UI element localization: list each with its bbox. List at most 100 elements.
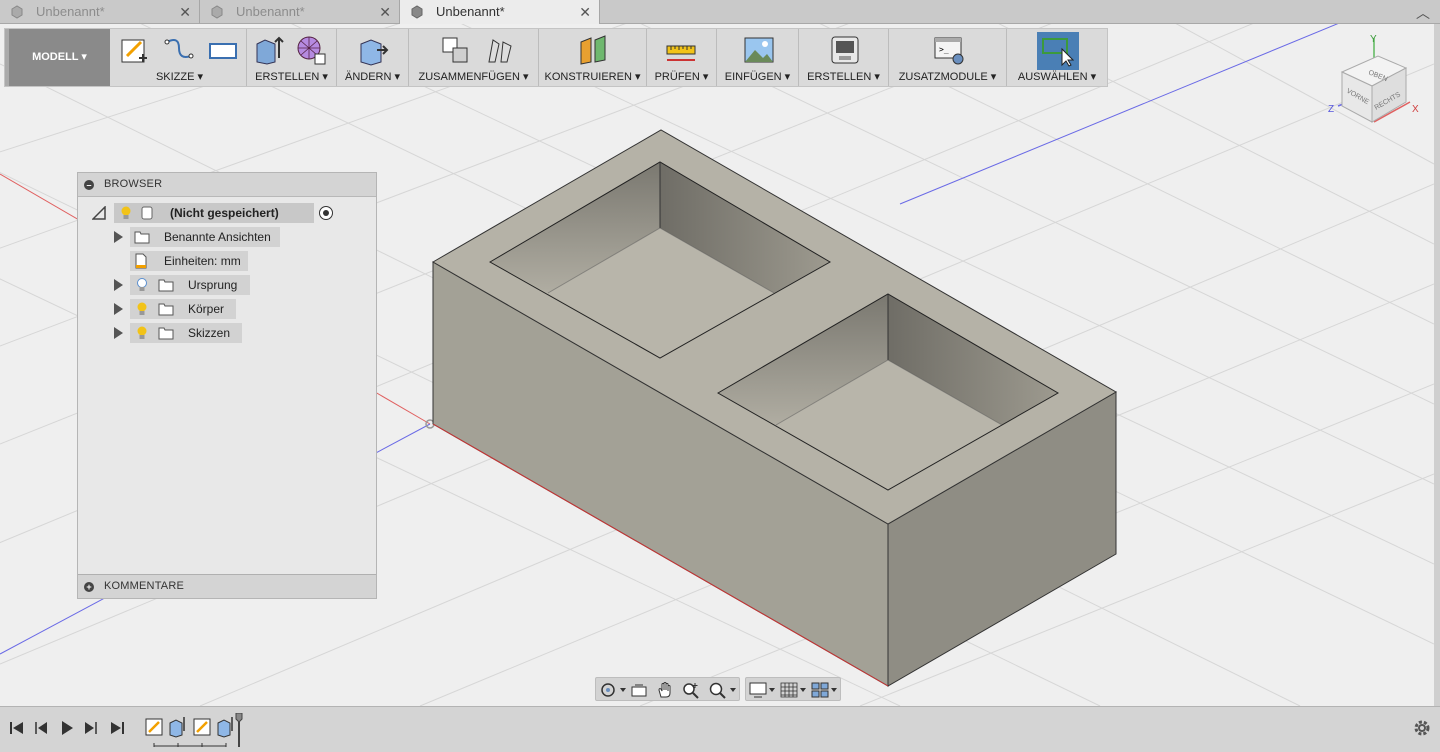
browser-item-units[interactable]: Einheiten: mm xyxy=(112,251,292,271)
group-pruefen[interactable]: PRÜFEN ▾ xyxy=(647,29,717,86)
item-label: Körper xyxy=(188,302,225,316)
close-icon[interactable]: ✕ xyxy=(179,0,191,24)
item-label: Einheiten: mm xyxy=(164,254,241,268)
expand-plus-icon[interactable]: + xyxy=(84,582,94,592)
pan-hand-icon[interactable] xyxy=(656,681,674,699)
timeline-bar xyxy=(0,706,1440,752)
group-label: ZUSAMMENFÜGEN ▾ xyxy=(418,71,529,83)
document-icon xyxy=(211,5,223,19)
timeline-extrude-icon[interactable] xyxy=(169,719,183,738)
item-pill[interactable]: Einheiten: mm xyxy=(130,251,248,271)
browser-item-origin[interactable]: Ursprung xyxy=(112,275,292,295)
close-icon[interactable]: ✕ xyxy=(579,0,591,24)
workspace-switcher[interactable]: MODELL ▾ xyxy=(5,29,110,86)
group-aendern[interactable]: ÄNDERN ▾ xyxy=(337,29,409,86)
group-zusammenfuegen[interactable]: ZUSAMMENFÜGEN ▾ xyxy=(409,29,539,86)
play-icon[interactable] xyxy=(58,719,76,737)
browser-root-node[interactable]: (Nicht gespeichert) xyxy=(92,203,334,223)
skip-to-end-icon[interactable] xyxy=(108,719,126,737)
scrollbar[interactable] xyxy=(1434,24,1440,706)
group-auswaehlen[interactable]: AUSWÄHLEN ▾ xyxy=(1007,29,1107,86)
insert-image-icon[interactable] xyxy=(743,34,775,66)
lightbulb-icon[interactable] xyxy=(120,206,132,220)
group-erstellen-2[interactable]: ERSTELLEN ▾ xyxy=(799,29,889,86)
group-label: SKIZZE ▾ xyxy=(155,71,204,83)
group-erstellen[interactable]: ERSTELLEN ▾ xyxy=(247,29,337,86)
zoom-icon[interactable] xyxy=(682,681,700,699)
fit-zoom-icon[interactable] xyxy=(708,681,738,699)
document-icon xyxy=(11,5,23,19)
browser-item-bodies[interactable]: Körper xyxy=(112,299,292,319)
measure-icon[interactable] xyxy=(665,34,697,66)
group-einfuegen[interactable]: EINFÜGEN ▾ xyxy=(717,29,799,86)
comments-title: KOMMENTARE xyxy=(104,580,185,592)
3d-print-icon[interactable] xyxy=(829,34,861,66)
group-label: ÄNDERN ▾ xyxy=(344,71,401,83)
comments-header[interactable]: + KOMMENTARE xyxy=(78,574,376,598)
scripts-addins-icon[interactable]: >_ xyxy=(933,34,965,66)
extrude-icon[interactable] xyxy=(253,34,285,66)
chevron-up-icon[interactable]: ︿ xyxy=(1416,3,1430,23)
tab-label: Unbenannt* xyxy=(236,4,305,19)
rectangle-icon[interactable] xyxy=(207,34,239,66)
expand-triangle-icon[interactable] xyxy=(114,303,123,315)
skip-to-start-icon[interactable] xyxy=(8,719,26,737)
item-pill[interactable]: Skizzen xyxy=(130,323,242,343)
browser-panel: – BROWSER (Nicht gespeichert) Benannte A… xyxy=(77,172,377,599)
units-document-icon xyxy=(135,253,147,269)
group-label: ZUSATZMODULE ▾ xyxy=(898,71,997,83)
group-skizze[interactable]: SKIZZE ▾ xyxy=(113,29,247,86)
browser-item-named-views[interactable]: Benannte Ansichten xyxy=(112,227,292,247)
grid-settings-icon[interactable] xyxy=(779,681,809,699)
lightbulb-icon[interactable] xyxy=(136,326,148,340)
app-window: Unbenannt* ✕ Unbenannt* ✕ Unbenannt* ✕ ︿ xyxy=(0,0,1440,752)
item-label: Benannte Ansichten xyxy=(164,230,271,244)
navigation-bar xyxy=(595,677,841,701)
create-sketch-icon[interactable] xyxy=(119,34,151,66)
activate-radio-icon[interactable] xyxy=(318,205,334,221)
offset-plane-icon[interactable] xyxy=(577,34,609,66)
svg-text:>_: >_ xyxy=(939,45,949,54)
group-label: ERSTELLEN ▾ xyxy=(255,71,328,83)
expand-triangle-icon[interactable] xyxy=(114,231,123,243)
joint-icon[interactable] xyxy=(439,34,471,66)
step-forward-icon[interactable] xyxy=(82,719,100,737)
expand-triangle-icon[interactable] xyxy=(114,327,123,339)
display-settings-icon[interactable] xyxy=(748,681,778,699)
viewcube[interactable]: Y Z X OBEN VORNE RECHTS xyxy=(1320,30,1430,130)
folder-icon xyxy=(158,279,174,292)
item-pill[interactable]: Körper xyxy=(130,299,236,319)
root-pill[interactable]: (Nicht gespeichert) xyxy=(114,203,314,223)
lightbulb-off-icon[interactable] xyxy=(136,278,148,292)
viewports-icon[interactable] xyxy=(810,681,840,699)
timeline-extrude-icon[interactable] xyxy=(217,719,231,738)
press-pull-icon[interactable] xyxy=(357,34,389,66)
item-pill[interactable]: Benannte Ansichten xyxy=(130,227,280,247)
expanded-triangle-icon[interactable] xyxy=(92,206,106,220)
document-icon xyxy=(411,5,423,19)
orbit-icon[interactable] xyxy=(598,681,628,699)
document-tab-2[interactable]: Unbenannt* ✕ xyxy=(200,0,400,24)
folder-icon xyxy=(158,327,174,340)
close-icon[interactable]: ✕ xyxy=(379,0,391,24)
item-pill[interactable]: Ursprung xyxy=(130,275,250,295)
arc-line-icon[interactable] xyxy=(163,34,195,66)
expand-triangle-icon[interactable] xyxy=(114,279,123,291)
gear-icon[interactable] xyxy=(1412,718,1432,738)
axis-x-label: X xyxy=(1412,104,1419,115)
browser-header[interactable]: – BROWSER xyxy=(78,173,376,197)
look-at-icon[interactable] xyxy=(630,681,648,699)
document-tab-1[interactable]: Unbenannt* ✕ xyxy=(0,0,200,24)
document-tab-3[interactable]: Unbenannt* ✕ xyxy=(400,0,600,25)
as-built-joint-icon[interactable] xyxy=(483,34,515,66)
collapse-icon[interactable]: – xyxy=(84,180,94,190)
lightbulb-icon[interactable] xyxy=(136,302,148,316)
form-icon[interactable] xyxy=(295,34,327,66)
group-zusatzmodule[interactable]: >_ ZUSATZMODULE ▾ xyxy=(889,29,1007,86)
timeline-marker[interactable] xyxy=(235,713,243,723)
group-konstruieren[interactable]: KONSTRUIEREN ▾ xyxy=(539,29,647,86)
timeline-features[interactable] xyxy=(140,713,250,747)
step-back-icon[interactable] xyxy=(32,719,50,737)
browser-item-sketches[interactable]: Skizzen xyxy=(112,323,292,343)
select-cursor-icon[interactable] xyxy=(1042,35,1074,67)
